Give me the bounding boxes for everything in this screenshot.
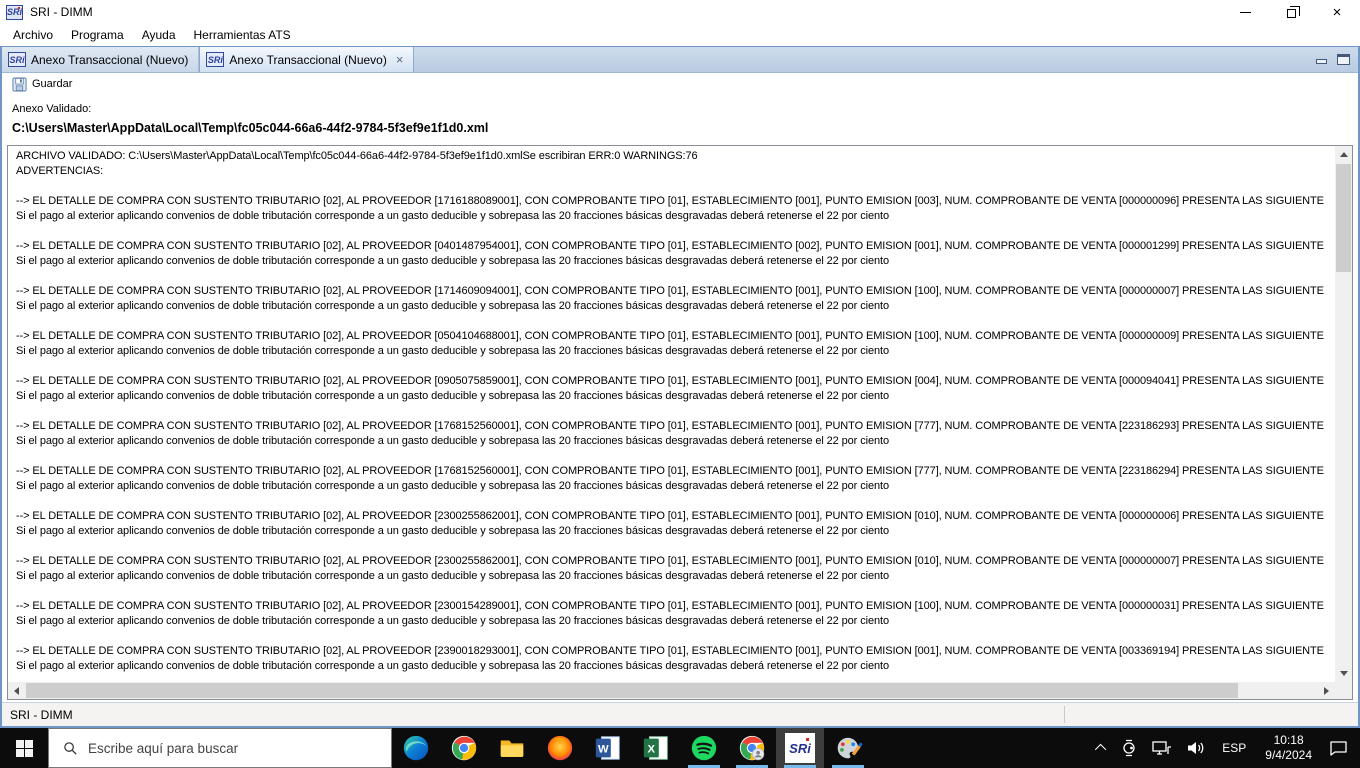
clock[interactable]: 10:18 9/4/2024: [1255, 728, 1322, 768]
sri-tab-icon: SRi: [8, 52, 26, 67]
validated-file-path: C:\Users\Master\AppData\Local\Temp\fc05c…: [12, 121, 489, 135]
svg-text:X: X: [648, 744, 656, 756]
save-label: Guardar: [32, 78, 73, 90]
menu-bar: Archivo Programa Ayuda Herramientas ATS: [0, 24, 1360, 46]
vertical-scrollbar[interactable]: [1335, 146, 1352, 682]
sri-dimm-icon: SRi: [785, 733, 815, 763]
taskbar-chrome[interactable]: [440, 728, 488, 768]
scroll-left-button[interactable]: [8, 682, 25, 699]
chrome-profile-icon: [739, 735, 765, 761]
taskbar-sri-dimm[interactable]: SRi: [776, 728, 824, 768]
tab-anexo-transaccional-1[interactable]: SRi Anexo Transaccional (Nuevo): [2, 47, 200, 72]
validation-log-text[interactable]: ARCHIVO VALIDADO: C:\Users\Master\AppDat…: [8, 146, 1335, 682]
restore-icon: [1286, 5, 1300, 18]
tab-anexo-transaccional-2[interactable]: SRi Anexo Transaccional (Nuevo) ×: [199, 47, 415, 72]
network-button[interactable]: [1145, 728, 1179, 768]
taskbar-spotify[interactable]: [680, 728, 728, 768]
menu-programa[interactable]: Programa: [62, 26, 133, 44]
validation-log-panel: ARCHIVO VALIDADO: C:\Users\Master\AppDat…: [7, 145, 1353, 700]
horizontal-scroll-thumb[interactable]: [26, 683, 1238, 698]
search-placeholder: Escribe aquí para buscar: [88, 740, 239, 756]
tray-sync-button[interactable]: [1113, 728, 1145, 768]
date-text: 9/4/2024: [1265, 748, 1312, 762]
scroll-up-button[interactable]: [1335, 146, 1352, 163]
sync-circle-icon: [1123, 739, 1135, 757]
taskbar-firefox[interactable]: [536, 728, 584, 768]
menu-ayuda[interactable]: Ayuda: [133, 26, 185, 44]
volume-button[interactable]: [1179, 728, 1213, 768]
tab-label: Anexo Transaccional (Nuevo): [31, 52, 189, 67]
volume-icon: [1188, 742, 1204, 754]
scrollbar-corner: [1335, 682, 1352, 699]
search-icon: [64, 741, 77, 755]
status-text: SRI - DIMM: [10, 707, 73, 722]
menu-archivo[interactable]: Archivo: [4, 26, 62, 44]
svg-text:W: W: [598, 744, 609, 756]
save-icon: [12, 76, 27, 92]
windows-logo-icon: [15, 739, 33, 757]
close-icon: ×: [1332, 3, 1342, 21]
taskbar-edge[interactable]: [392, 728, 440, 768]
taskbar-excel[interactable]: X: [632, 728, 680, 768]
system-tray: ESP 10:18 9/4/2024: [1091, 728, 1360, 768]
restore-button[interactable]: [1268, 0, 1314, 24]
taskbar-file-explorer[interactable]: [488, 728, 536, 768]
file-explorer-icon: [500, 740, 524, 757]
taskbar: Escribe aquí para buscar W X SRi ESP 10:…: [0, 728, 1360, 768]
spotify-icon: [691, 735, 717, 761]
status-bar: SRI - DIMM: [2, 702, 1358, 726]
minimize-icon: [1239, 11, 1251, 13]
taskbar-word[interactable]: W: [584, 728, 632, 768]
tab-label: Anexo Transaccional (Nuevo): [229, 52, 387, 67]
language-indicator[interactable]: ESP: [1213, 728, 1255, 768]
sri-tab-icon: SRi: [206, 52, 225, 67]
taskbar-chrome-profile[interactable]: [728, 728, 776, 768]
anexo-validado-label: Anexo Validado:: [12, 103, 92, 115]
time-text: 10:18: [1273, 733, 1304, 747]
taskbar-paint[interactable]: [824, 728, 872, 768]
tray-expand-button[interactable]: [1091, 728, 1113, 768]
vertical-scroll-thumb[interactable]: [1336, 164, 1351, 272]
window-title: SRI - DIMM: [30, 5, 93, 19]
chevron-up-icon: [1095, 743, 1107, 756]
app-logo-icon: SRi: [6, 4, 23, 20]
app-frame: SRi Anexo Transaccional (Nuevo) SRi Anex…: [0, 46, 1360, 728]
tab-bar: SRi Anexo Transaccional (Nuevo) SRi Anex…: [2, 47, 1358, 73]
save-button[interactable]: Guardar: [8, 76, 76, 93]
maximize-pane-icon[interactable]: [1337, 54, 1350, 65]
validation-info: Anexo Validado: C:\Users\Master\AppData\…: [2, 95, 1358, 141]
scroll-right-button[interactable]: [1318, 682, 1335, 699]
minimize-pane-icon[interactable]: [1316, 59, 1327, 64]
start-button[interactable]: [0, 728, 48, 768]
edge-icon: [403, 735, 429, 761]
paint-icon: [837, 737, 863, 759]
horizontal-scrollbar[interactable]: [8, 682, 1335, 699]
toolbar: Guardar: [2, 73, 1358, 95]
firefox-icon: [547, 735, 573, 761]
close-button[interactable]: ×: [1314, 0, 1360, 24]
status-divider: [1064, 706, 1065, 723]
action-center-button[interactable]: [1322, 728, 1360, 768]
scroll-down-button[interactable]: [1335, 665, 1352, 682]
excel-icon: X: [643, 736, 668, 760]
chrome-icon: [451, 735, 477, 761]
word-icon: W: [595, 736, 620, 760]
menu-herramientas-ats[interactable]: Herramientas ATS: [185, 26, 300, 44]
title-bar: SRi SRI - DIMM ×: [0, 0, 1360, 24]
tab-close-icon[interactable]: ×: [396, 53, 404, 66]
minimize-button[interactable]: [1222, 0, 1268, 24]
taskbar-search[interactable]: Escribe aquí para buscar: [48, 728, 392, 768]
notification-icon: [1330, 740, 1347, 756]
network-icon: [1152, 741, 1172, 755]
